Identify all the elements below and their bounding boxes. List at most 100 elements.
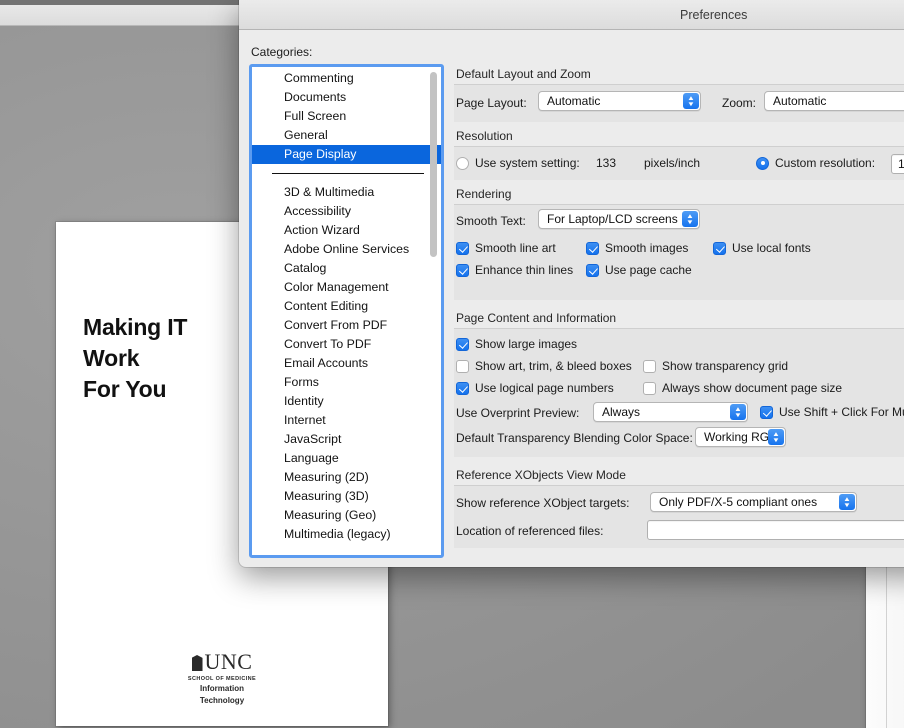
use-system-setting-radio-row[interactable]: Use system setting: [456, 156, 580, 170]
enhance-thin-lines-label: Enhance thin lines [475, 263, 574, 277]
category-item-measuring-2d[interactable]: Measuring (2D) [252, 468, 441, 487]
category-item-accessibility[interactable]: Accessibility [252, 202, 441, 221]
smooth-line-art-checkbox[interactable] [456, 241, 469, 255]
category-item-measuring-3d[interactable]: Measuring (3D) [252, 487, 441, 506]
section-body-default-layout-zoom: Page Layout: Automatic ▲ ▼ Zoom: Automati… [454, 85, 904, 122]
enhance-thin-lines-checkbox[interactable] [456, 263, 469, 277]
custom-resolution-input[interactable]: 110 [891, 154, 904, 174]
dialog-title: Preferences [680, 7, 748, 22]
zoom-value: Automatic [773, 94, 827, 108]
category-item-multimedia-legacy[interactable]: Multimedia (legacy) [252, 525, 441, 544]
category-item-language[interactable]: Language [252, 449, 441, 468]
section-header-resolution: Resolution [454, 126, 904, 147]
shift-click-checkbox[interactable] [760, 405, 773, 419]
smooth-text-label: Smooth Text: [456, 214, 526, 228]
category-item-identity[interactable]: Identity [252, 392, 441, 411]
system-resolution-value: 133 [596, 156, 617, 170]
smooth-line-art-row[interactable]: Smooth line art [456, 241, 556, 255]
use-page-cache-label: Use page cache [605, 263, 692, 277]
category-item-javascript[interactable]: JavaScript [252, 430, 441, 449]
category-item-commenting[interactable]: Commenting [252, 69, 441, 88]
category-item-documents[interactable]: Documents [252, 88, 441, 107]
category-item-internet[interactable]: Internet [252, 411, 441, 430]
blending-color-space-value: Working RGB [704, 430, 778, 444]
dialog-titlebar[interactable]: Preferences [239, 0, 904, 30]
use-local-fonts-row[interactable]: Use local fonts [713, 241, 811, 255]
custom-resolution-radio[interactable] [756, 156, 769, 170]
unc-dept-line2: Technology [199, 696, 245, 705]
category-item-color-management[interactable]: Color Management [252, 278, 441, 297]
shift-click-row[interactable]: Use Shift + Click For Mu [760, 405, 904, 419]
use-local-fonts-label: Use local fonts [732, 241, 811, 255]
show-large-images-row[interactable]: Show large images [456, 337, 577, 351]
categories-scrollbar-thumb[interactable] [430, 72, 437, 257]
category-item-full-screen[interactable]: Full Screen [252, 107, 441, 126]
always-show-page-size-row[interactable]: Always show document page size [643, 381, 842, 395]
dialog-body: Categories: Commenting Documents Full Sc… [239, 30, 904, 567]
smooth-images-checkbox[interactable] [586, 241, 599, 255]
zoom-label: Zoom: [722, 96, 757, 110]
section-title: Page Content and Information [456, 311, 617, 325]
always-show-page-size-label: Always show document page size [662, 381, 843, 395]
use-system-setting-radio[interactable] [456, 156, 469, 170]
category-item-forms[interactable]: Forms [252, 373, 441, 392]
smooth-text-select[interactable]: For Laptop/LCD screens ▲ ▼ [538, 209, 700, 229]
category-item-action-wizard[interactable]: Action Wizard [252, 221, 441, 240]
categories-divider [272, 173, 424, 174]
overprint-preview-label: Use Overprint Preview: [456, 406, 580, 420]
page-layout-value: Automatic [547, 94, 601, 108]
enhance-thin-lines-row[interactable]: Enhance thin lines [456, 263, 573, 277]
chevron-updown-icon: ▲ ▼ [839, 494, 855, 510]
overprint-preview-select[interactable]: Always ▲ ▼ [593, 402, 748, 422]
category-item-measuring-geo[interactable]: Measuring (Geo) [252, 506, 441, 525]
show-large-images-label: Show large images [475, 337, 578, 351]
show-art-trim-bleed-checkbox[interactable] [456, 359, 469, 373]
document-page-adjacent [866, 560, 904, 728]
custom-resolution-label: Custom resolution: [775, 156, 876, 170]
xobject-targets-label: Show reference XObject targets: [456, 496, 630, 510]
category-item-adobe-online-services[interactable]: Adobe Online Services [252, 240, 441, 259]
show-transparency-grid-checkbox[interactable] [643, 359, 656, 373]
use-page-cache-row[interactable]: Use page cache [586, 263, 692, 277]
zoom-select[interactable]: Automatic [764, 91, 904, 111]
use-logical-page-numbers-checkbox[interactable] [456, 381, 469, 395]
unc-dept-line1: Information [200, 684, 244, 693]
use-logical-page-numbers-row[interactable]: Use logical page numbers [456, 381, 614, 395]
shift-click-label: Use Shift + Click For Mu [779, 405, 904, 419]
show-art-trim-bleed-label: Show art, trim, & bleed boxes [475, 359, 632, 373]
categories-list[interactable]: Commenting Documents Full Screen General… [249, 64, 444, 558]
section-body-rendering: Smooth Text: For Laptop/LCD screens ▲ ▼ S… [454, 205, 904, 300]
xobject-targets-select[interactable]: Only PDF/X-5 compliant ones ▲ ▼ [650, 492, 857, 512]
section-title: Resolution [456, 129, 513, 143]
category-item-convert-from-pdf[interactable]: Convert From PDF [252, 316, 441, 335]
overprint-preview-value: Always [602, 405, 641, 419]
blending-color-space-select[interactable]: Working RGB ▲ ▼ [695, 427, 786, 447]
show-large-images-checkbox[interactable] [456, 337, 469, 351]
categories-label: Categories: [251, 45, 313, 59]
category-item-convert-to-pdf[interactable]: Convert To PDF [252, 335, 441, 354]
categories-scrollbar[interactable] [430, 69, 439, 553]
category-item-email-accounts[interactable]: Email Accounts [252, 354, 441, 373]
section-body-page-content: Show large images Show art, trim, & blee… [454, 329, 904, 457]
section-title: Reference XObjects View Mode [456, 468, 626, 482]
page-layout-select[interactable]: Automatic ▲ ▼ [538, 91, 701, 111]
section-body-xobjects: Show reference XObject targets: Only PDF… [454, 486, 904, 548]
use-page-cache-checkbox[interactable] [586, 263, 599, 277]
category-item-general[interactable]: General [252, 126, 441, 145]
show-transparency-grid-row[interactable]: Show transparency grid [643, 359, 788, 373]
always-show-page-size-checkbox[interactable] [643, 381, 656, 395]
referenced-files-location-input[interactable] [647, 520, 904, 540]
preferences-dialog: Preferences Categories: Commenting Docum… [239, 0, 904, 567]
category-item-page-display[interactable]: Page Display [252, 145, 441, 164]
show-art-trim-bleed-row[interactable]: Show art, trim, & bleed boxes [456, 359, 632, 373]
referenced-files-location-label: Location of referenced files: [456, 524, 604, 538]
section-body-resolution: Use system setting: 133 pixels/inch Cust… [454, 147, 904, 180]
category-item-catalog[interactable]: Catalog [252, 259, 441, 278]
category-item-3d-multimedia[interactable]: 3D & Multimedia [252, 183, 441, 202]
smooth-images-row[interactable]: Smooth images [586, 241, 688, 255]
chevron-updown-icon: ▲ ▼ [768, 429, 784, 445]
custom-resolution-radio-row[interactable]: Custom resolution: [756, 156, 875, 170]
category-item-content-editing[interactable]: Content Editing [252, 297, 441, 316]
use-local-fonts-checkbox[interactable] [713, 241, 726, 255]
chevron-updown-icon: ▲ ▼ [683, 93, 699, 109]
